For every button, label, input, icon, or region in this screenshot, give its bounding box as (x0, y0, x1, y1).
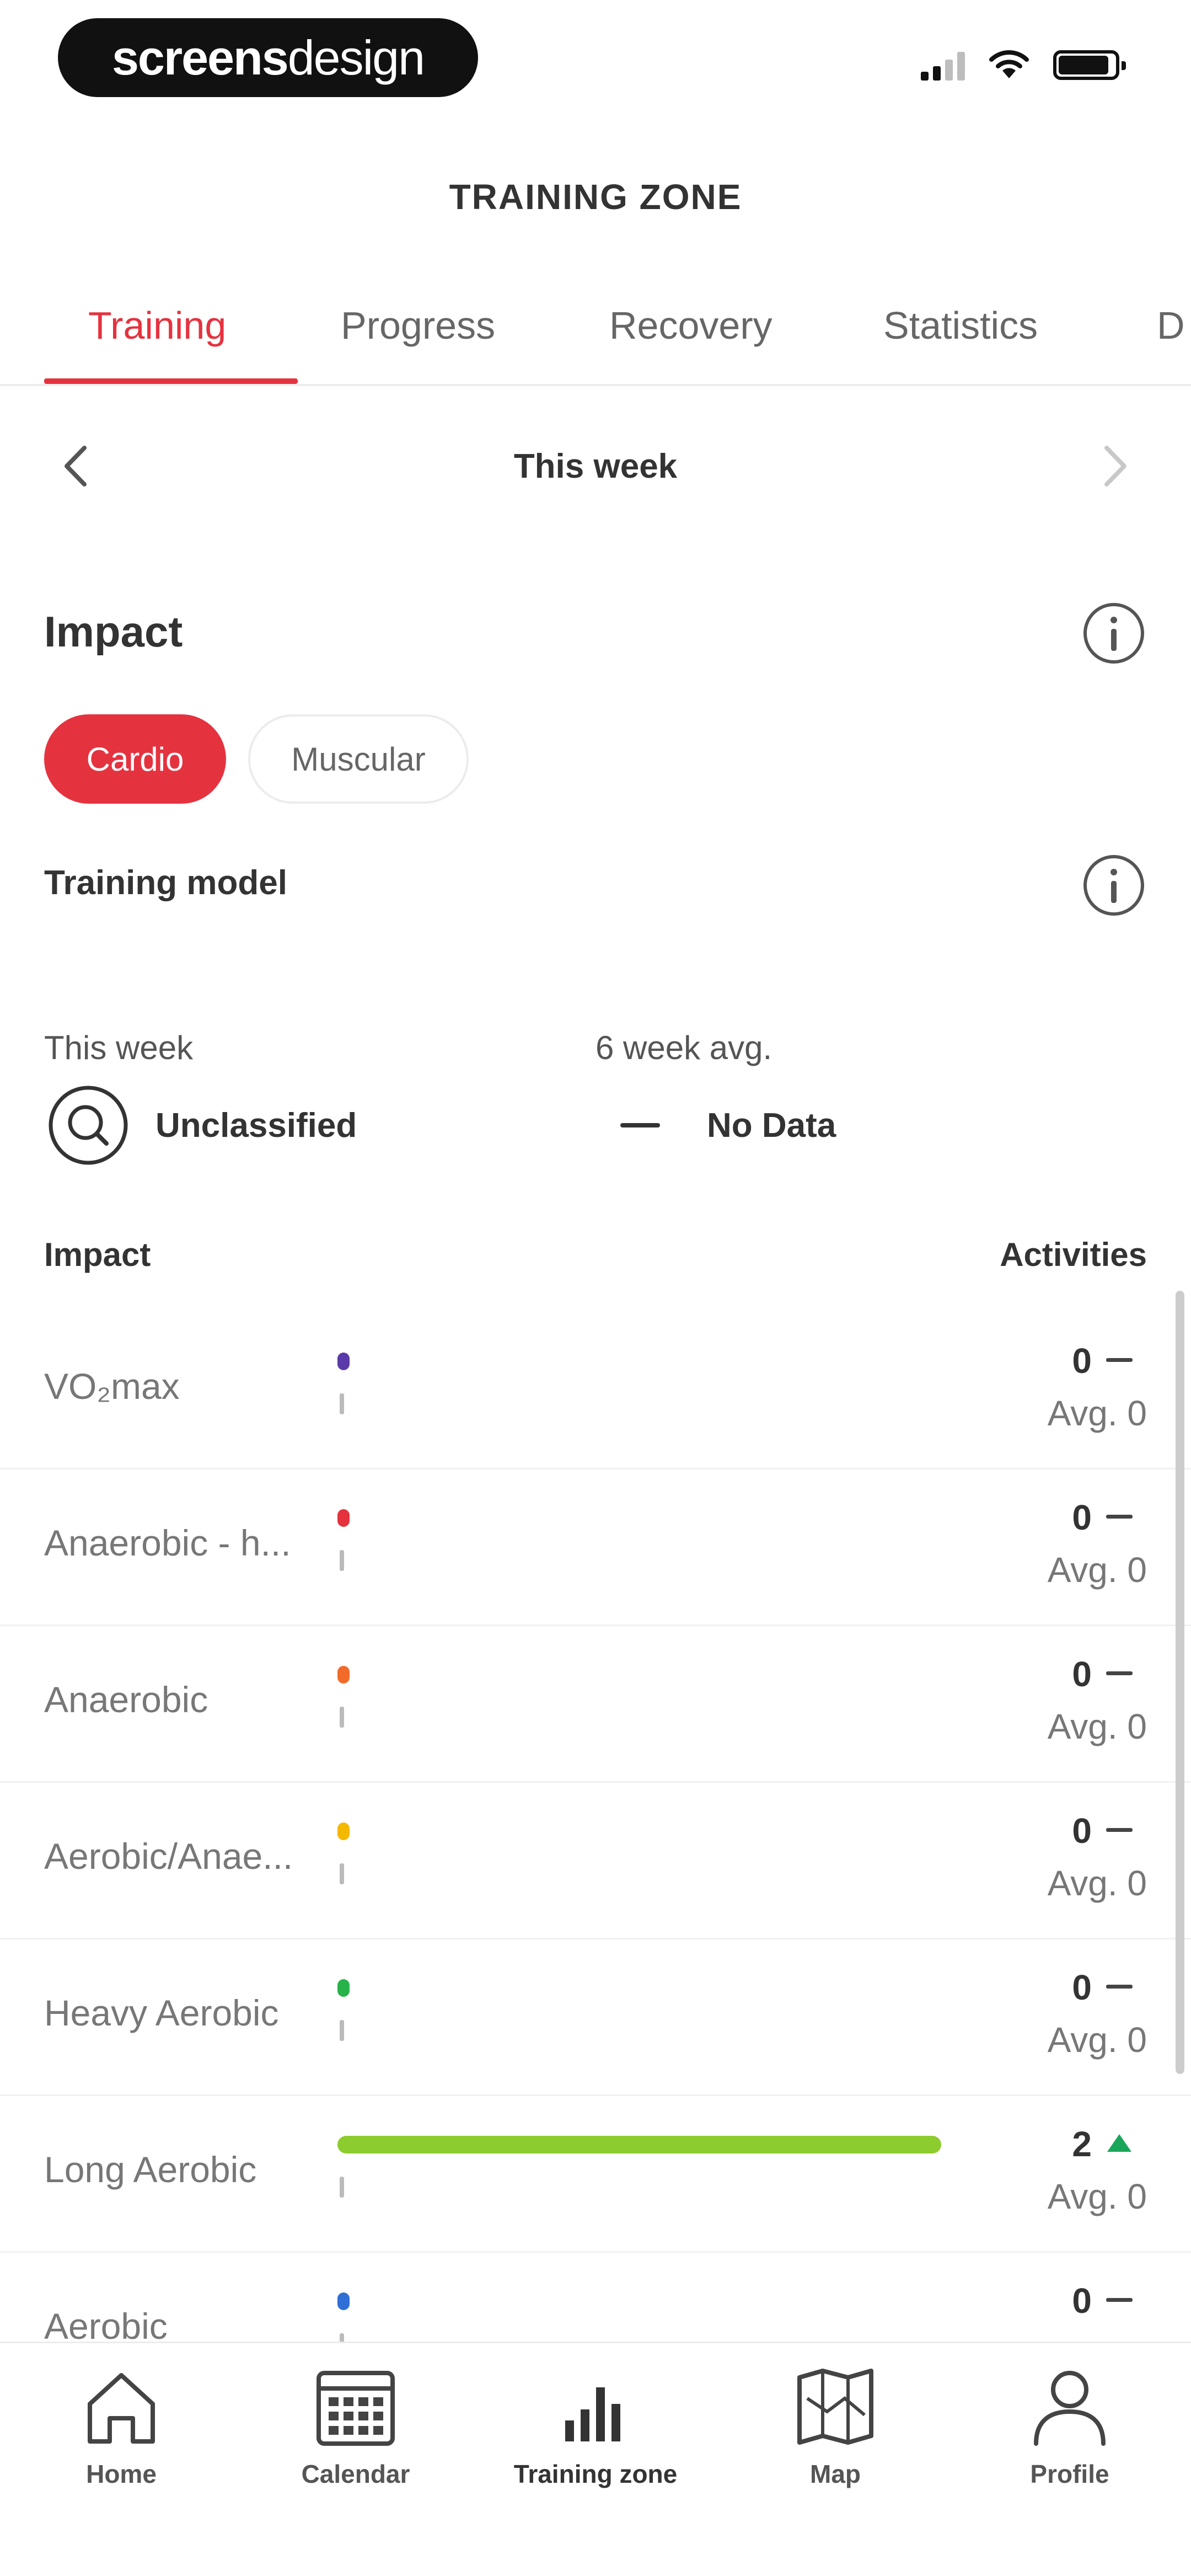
page-title: TRAINING ZONE (449, 177, 742, 217)
logo-light-text: design (287, 30, 425, 85)
zone-row-anaerobic-high[interactable]: Anaerobic - h... 0 Avg. 0 (0, 1469, 1191, 1626)
nav-map[interactable]: Map (753, 2365, 918, 2489)
zone-count: 0 (1072, 1968, 1092, 2007)
zone-bar (337, 2292, 350, 2310)
zone-tick (340, 2020, 344, 2041)
tab-bar: Training Progress Recovery Statistics D (0, 281, 1191, 386)
zone-tick (340, 1863, 344, 1884)
status-bar: screens design (0, 0, 1191, 127)
zone-count: 2 (1072, 2124, 1092, 2164)
chevron-right-icon[interactable] (1089, 441, 1139, 491)
info-icon[interactable] (1081, 600, 1147, 666)
trend-dash-icon (1106, 2298, 1133, 2302)
bottom-navigation: Home Calendar Training zone Map Profile (0, 2342, 1191, 2576)
trend-dash-icon (1106, 1828, 1133, 1832)
cardio-toggle[interactable]: Cardio (44, 714, 226, 804)
zone-avg: Avg. 0 (1047, 2177, 1147, 2216)
zone-count: 0 (1072, 1654, 1092, 1694)
zone-avg: Avg. 0 (1047, 1863, 1147, 1903)
zone-bar (337, 1353, 350, 1370)
this-week-value: Unclassified (155, 1107, 357, 1145)
tab-recovery[interactable]: Recovery (609, 303, 772, 348)
tab-overflow[interactable]: D (1157, 303, 1185, 348)
battery-icon (1053, 50, 1126, 80)
zone-name: Aerobic (44, 2306, 168, 2347)
profile-icon (1034, 2371, 1106, 2446)
trend-dash-icon (1106, 1358, 1133, 1362)
zone-avg: Avg. 0 (1047, 1707, 1147, 1746)
zone-tick (340, 1707, 344, 1728)
training-model-title: Training model (44, 864, 287, 902)
zone-name: Aerobic/Anae... (44, 1836, 293, 1877)
zone-bar (337, 1509, 350, 1527)
impact-column-header: Impact (44, 1236, 151, 1273)
nav-home-label: Home (86, 2460, 157, 2488)
wifi-icon (989, 50, 1029, 78)
nav-profile[interactable]: Profile (987, 2365, 1152, 2489)
trend-dash-icon (1106, 1515, 1133, 1519)
zone-name: Heavy Aerobic (44, 1992, 279, 2033)
zone-name: VO₂max (44, 1366, 180, 1407)
impact-title: Impact (44, 607, 183, 656)
brand-logo: screens design (58, 18, 478, 97)
zone-row-vo2max[interactable]: VO₂max 0 Avg. 0 (0, 1313, 1191, 1469)
zone-tick (340, 1550, 344, 1571)
this-week-label: This week (44, 1029, 194, 1066)
nav-home[interactable]: Home (39, 2365, 204, 2489)
zone-bar (337, 2136, 941, 2153)
training-model-info-icon[interactable] (1081, 852, 1147, 918)
nav-training-zone[interactable]: Training zone (513, 2365, 678, 2489)
muscular-toggle[interactable]: Muscular (248, 714, 469, 804)
zone-count: 0 (1072, 1341, 1092, 1381)
zone-count: 0 (1072, 2281, 1092, 2321)
nav-calendar-label: Calendar (301, 2460, 410, 2488)
trend-up-icon (1107, 2134, 1131, 2152)
zone-row-aerobic-anaerobic[interactable]: Aerobic/Anae... 0 Avg. 0 (0, 1783, 1191, 1939)
zone-name: Anaerobic - h... (44, 1522, 291, 1563)
home-icon (88, 2373, 155, 2444)
week-label: This week (513, 447, 678, 485)
bar-chart-icon (565, 2387, 620, 2441)
zone-avg: Avg. 0 (1047, 2020, 1147, 2060)
zone-row-long-aerobic[interactable]: Long Aerobic 2 Avg. 0 (0, 2096, 1191, 2253)
zone-name: Long Aerobic (44, 2149, 257, 2190)
calendar-icon (316, 2371, 395, 2446)
active-tab-indicator (44, 378, 298, 384)
zone-count: 0 (1072, 1811, 1092, 1851)
week-navigator: This week (0, 425, 1191, 507)
zone-bar (337, 1666, 350, 1684)
zone-name: Anaerobic (44, 1679, 208, 1720)
tab-statistics[interactable]: Statistics (883, 303, 1038, 348)
zone-row-anaerobic[interactable]: Anaerobic 0 Avg. 0 (0, 1626, 1191, 1783)
unclassified-search-icon (49, 1086, 128, 1165)
zone-bar (337, 1823, 350, 1840)
zone-avg: Avg. 0 (1047, 1550, 1147, 1590)
zone-tick (340, 2177, 344, 2198)
activities-column-header: Activities (1000, 1236, 1147, 1273)
vertical-scrollbar[interactable] (1176, 1291, 1184, 2074)
nav-training-zone-label: Training zone (513, 2460, 678, 2488)
zone-avg: Avg. 0 (1047, 1393, 1147, 1433)
trend-dash-icon (1106, 1671, 1133, 1675)
nav-profile-label: Profile (1030, 2460, 1109, 2488)
no-data-dash-icon (620, 1123, 660, 1127)
status-icons (921, 49, 1126, 82)
six-week-avg-value: No Data (707, 1107, 836, 1145)
nav-calendar[interactable]: Calendar (273, 2365, 438, 2489)
zone-bar (337, 1979, 350, 1997)
six-week-avg-label: 6 week avg. (596, 1029, 772, 1066)
cellular-signal-icon (921, 50, 965, 81)
tab-progress[interactable]: Progress (341, 303, 495, 348)
zone-count: 0 (1072, 1498, 1092, 1537)
nav-map-label: Map (810, 2460, 861, 2488)
logo-bold-text: screens (111, 30, 289, 85)
zone-tick (340, 1393, 344, 1414)
tab-training[interactable]: Training (88, 303, 226, 348)
map-icon (797, 2369, 873, 2445)
zone-row-heavy-aerobic[interactable]: Heavy Aerobic 0 Avg. 0 (0, 1939, 1191, 2096)
trend-dash-icon (1106, 1985, 1133, 1989)
